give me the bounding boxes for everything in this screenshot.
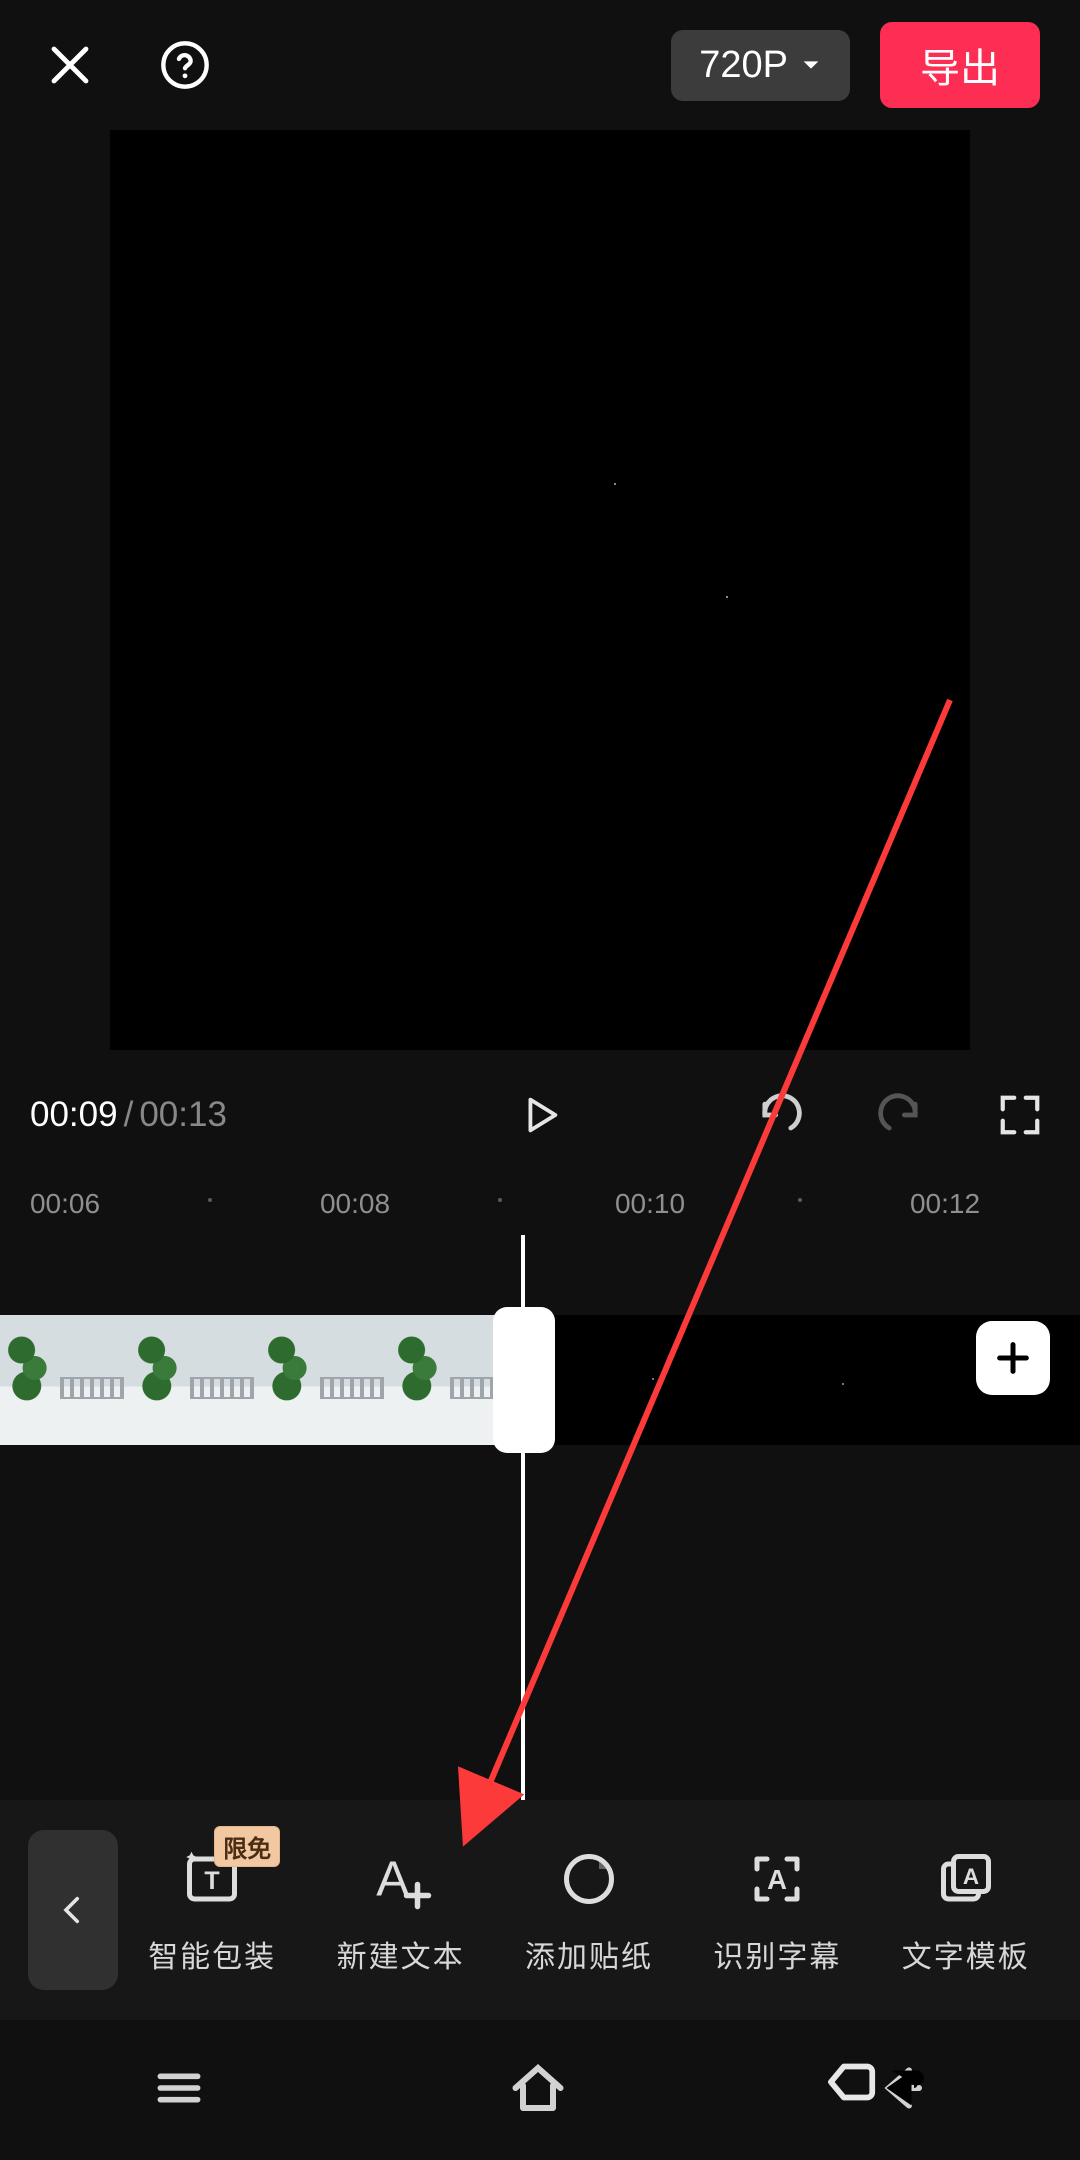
timeline-track-area[interactable] <box>0 1235 1080 1875</box>
video-clip[interactable] <box>0 1315 520 1445</box>
fullscreen-button[interactable] <box>990 1085 1050 1145</box>
ruler-tick <box>798 1198 802 1202</box>
text-toolbar: 限免 T 智能包装 A 新建文本 添加贴纸 A 识别字幕 <box>0 1800 1080 2020</box>
timeline-ruler[interactable]: 00:06 00:08 00:10 00:12 <box>0 1180 1080 1230</box>
plus-icon <box>993 1338 1033 1378</box>
tool-label: 文字模板 <box>902 1932 1030 1976</box>
close-icon <box>46 41 94 89</box>
clip-thumbnail <box>130 1315 260 1445</box>
toolbar-back-button[interactable] <box>28 1830 118 1990</box>
noise-speck <box>652 1378 654 1380</box>
nav-recent-button[interactable] <box>151 2060 207 2121</box>
time-separator: / <box>124 1095 134 1135</box>
chevron-left-icon <box>56 1893 90 1927</box>
editor-header: 720P 导出 <box>0 0 1080 130</box>
noise-speck <box>842 1383 844 1385</box>
tool-label: 智能包装 <box>148 1932 276 1976</box>
redo-icon <box>874 1089 926 1141</box>
clip-thumbnail <box>0 1315 130 1445</box>
noise-speck <box>726 596 728 598</box>
close-button[interactable] <box>40 35 100 95</box>
text-add-icon: A <box>366 1844 436 1914</box>
svg-text:A: A <box>767 1864 787 1895</box>
export-button[interactable]: 导出 <box>880 22 1040 108</box>
caption-detect-icon: A <box>742 1844 812 1914</box>
clip-thumbnail <box>260 1315 390 1445</box>
menu-icon <box>151 2060 207 2116</box>
back-icon <box>929 2058 989 2118</box>
system-navbar <box>0 2020 1080 2160</box>
resolution-button[interactable]: 720P <box>671 30 850 101</box>
noise-speck <box>614 483 616 485</box>
tool-smart-package[interactable]: 限免 T 智能包装 <box>132 1844 292 1976</box>
transport-bar: 00:09 / 00:13 <box>0 1075 1080 1155</box>
resolution-label: 720P <box>699 44 788 87</box>
help-button[interactable] <box>155 35 215 95</box>
export-label: 导出 <box>920 47 1000 91</box>
back-icon <box>818 2051 880 2113</box>
undo-button[interactable] <box>750 1085 810 1145</box>
fullscreen-icon <box>997 1092 1043 1138</box>
timeline-playhead[interactable] <box>521 1235 525 1875</box>
header-right: 720P 导出 <box>671 22 1040 108</box>
ruler-tick <box>208 1198 212 1202</box>
ruler-label: 00:08 <box>320 1188 390 1220</box>
nav-home-button[interactable] <box>508 2058 568 2123</box>
ruler-label: 00:10 <box>615 1188 685 1220</box>
play-icon <box>517 1092 563 1138</box>
svg-text:A: A <box>376 1852 409 1907</box>
ruler-label: 00:12 <box>910 1188 980 1220</box>
svg-text:A: A <box>963 1864 979 1889</box>
undo-icon <box>754 1089 806 1141</box>
tool-new-text[interactable]: A 新建文本 <box>321 1844 481 1976</box>
add-clip-button[interactable] <box>976 1321 1050 1395</box>
tool-label: 添加贴纸 <box>525 1932 653 1976</box>
home-icon <box>508 2058 568 2118</box>
svg-text:T: T <box>205 1867 220 1895</box>
tool-text-template[interactable]: A 文字模板 <box>886 1844 1046 1976</box>
help-icon <box>159 39 211 91</box>
play-button[interactable] <box>510 1085 570 1145</box>
free-badge: 限免 <box>214 1826 280 1867</box>
tool-detect-captions[interactable]: A 识别字幕 <box>697 1844 857 1976</box>
tool-label: 新建文本 <box>337 1932 465 1976</box>
nav-back-button-visual[interactable] <box>818 2051 880 2118</box>
chevron-down-icon <box>800 54 822 76</box>
time-duration: 00:13 <box>139 1095 227 1135</box>
tool-add-sticker[interactable]: 添加贴纸 <box>509 1844 669 1976</box>
ruler-tick <box>498 1198 502 1202</box>
redo-button[interactable] <box>870 1085 930 1145</box>
tool-label: 识别字幕 <box>713 1932 841 1976</box>
text-template-icon: A <box>931 1844 1001 1914</box>
time-current: 00:09 <box>30 1095 118 1135</box>
ruler-label: 00:06 <box>30 1188 100 1220</box>
toolbar-tools: 限免 T 智能包装 A 新建文本 添加贴纸 A 识别字幕 <box>118 1844 1080 1976</box>
video-preview[interactable] <box>110 130 970 1050</box>
sticker-icon <box>554 1844 624 1914</box>
